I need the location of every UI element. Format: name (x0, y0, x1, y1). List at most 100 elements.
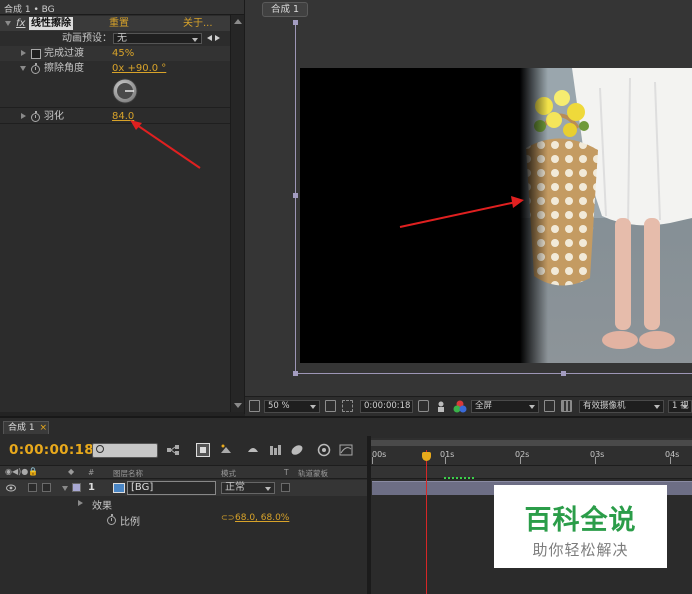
scale-value[interactable]: 68.0, 68.0% (235, 513, 289, 523)
views-value: 1 视 (672, 401, 689, 411)
bounds-handle[interactable] (293, 371, 298, 376)
timeline-track-header (371, 465, 692, 479)
animation-preset-row: 动画预设： 无 (0, 31, 230, 46)
expand-triangle-icon[interactable] (21, 50, 26, 56)
blend-mode-value: 正常 (225, 482, 245, 493)
ruler-tick (670, 457, 671, 464)
ruler-label: 03s (590, 450, 605, 459)
fx-icon[interactable]: fx (16, 16, 25, 31)
effect-controls-title: 合成 1 • BG (0, 0, 244, 15)
ruler-tick (520, 457, 521, 464)
expand-triangle-icon[interactable] (21, 113, 26, 119)
wipe-angle-value[interactable]: 0x +90.0 ° (112, 61, 166, 76)
transparency-grid-icon[interactable] (561, 400, 572, 412)
reset-link[interactable]: 重置 (109, 16, 129, 31)
resolution-dropdown[interactable]: 全屏 (471, 400, 539, 413)
watermark-title: 百科全说 (524, 505, 637, 536)
camera-dropdown[interactable]: 有效摄像机 (579, 400, 664, 413)
preset-prev-icon[interactable] (207, 35, 212, 41)
animation-preset-dropdown[interactable]: 无 (113, 33, 202, 44)
ruler-label: 01s (440, 450, 455, 459)
collapse-triangle-icon[interactable] (5, 21, 11, 26)
bounds-handle[interactable] (293, 193, 298, 198)
preset-next-icon[interactable] (215, 35, 220, 41)
effects-label: 效果 (92, 501, 112, 512)
mask-visibility-icon[interactable] (342, 400, 353, 412)
watermark-subtitle: 助你轻松解决 (532, 541, 629, 559)
timeline-tab-label: 合成 1 (8, 423, 35, 433)
lock-checkbox[interactable] (42, 483, 51, 492)
keyframe-indicator (444, 477, 474, 479)
zoom-dropdown[interactable]: 50 % (264, 400, 320, 413)
snapshot-icon[interactable] (418, 400, 429, 412)
graph-editor-icon[interactable] (339, 443, 353, 457)
live-update-icon[interactable] (196, 443, 210, 457)
label-icon[interactable]: ◆ (68, 467, 74, 476)
draft-3d-icon[interactable] (219, 443, 233, 457)
wipe-angle-label: 擦除角度 (44, 63, 84, 74)
preserve-transparency-checkbox[interactable] (281, 483, 290, 492)
bounds-handle[interactable] (561, 371, 566, 376)
scale-row[interactable]: 比例 ⊂⊃ 68.0, 68.0% (0, 512, 367, 528)
annotation-arrow (130, 120, 201, 169)
layer-row[interactable]: 1 [BG] 正常 (0, 480, 367, 496)
stopwatch-icon[interactable] (107, 514, 116, 525)
tab-close-icon[interactable]: × (39, 423, 47, 433)
channels-icon[interactable] (453, 400, 467, 413)
stopwatch-icon[interactable] (31, 111, 40, 122)
footage-icon (113, 483, 125, 493)
separator (0, 107, 230, 108)
show-snapshot-icon[interactable] (437, 401, 445, 412)
angle-dial[interactable] (110, 77, 140, 105)
av-features-icon[interactable]: ◉◀)●🔒 (5, 467, 38, 476)
views-dropdown[interactable]: 1 视 (668, 400, 692, 413)
column-layer-name[interactable]: 图层名称 (113, 468, 143, 479)
effect-name[interactable]: 线性擦除 (29, 17, 73, 30)
eye-icon[interactable] (6, 484, 16, 492)
effect-header-row[interactable]: fx 线性擦除 重置 关于... (0, 16, 230, 31)
collapse-triangle-icon[interactable] (62, 486, 68, 491)
brainstorm-icon[interactable] (317, 443, 331, 457)
frame-blending-icon[interactable] (268, 443, 282, 457)
bounds-handle[interactable] (293, 20, 298, 25)
ruler-label: 04s (665, 450, 680, 459)
label-color-swatch[interactable] (72, 483, 81, 492)
comp-mini-flowchart-icon[interactable] (166, 443, 180, 457)
work-area-bar[interactable] (371, 440, 692, 446)
blend-mode-dropdown[interactable]: 正常 (221, 482, 275, 494)
always-preview-icon[interactable] (249, 400, 260, 412)
layer-column-header: ◉◀)●🔒 ◆ # 图层名称 模式 T 轨道蒙板 (0, 465, 367, 479)
animation-preset-label: 动画预设： (62, 33, 112, 44)
about-link[interactable]: 关于... (183, 16, 213, 31)
playhead-handle[interactable] (422, 452, 431, 461)
effect-controls-scrollbar[interactable] (230, 15, 244, 412)
tab-timeline[interactable]: 合成 1 × (3, 421, 49, 434)
photo-layer-image (520, 68, 692, 363)
zoom-value: 50 % (268, 401, 290, 411)
completion-value[interactable]: 45% (112, 46, 134, 61)
column-track-matte[interactable]: 轨道蒙板 (298, 468, 328, 479)
effects-row[interactable]: 效果 (0, 496, 367, 512)
tab-composition[interactable]: 合成 1 (262, 2, 308, 17)
safe-margins-icon[interactable] (325, 400, 336, 412)
expand-triangle-icon[interactable] (78, 500, 83, 506)
scroll-down-icon[interactable] (234, 403, 242, 408)
time-ruler[interactable]: 00s 01s 02s 03s 04s (371, 438, 692, 465)
hide-shy-layers-icon[interactable] (246, 443, 260, 457)
collapse-triangle-icon[interactable] (20, 66, 26, 71)
timeline-search-input[interactable] (92, 443, 158, 458)
stopwatch-icon[interactable] (31, 63, 40, 74)
layer-name-field[interactable]: [BG] (127, 481, 216, 495)
constrain-proportions-icon[interactable]: ⊂⊃ (221, 513, 234, 522)
region-of-interest-icon[interactable] (544, 400, 555, 412)
stopwatch-icon[interactable] (31, 49, 41, 59)
motion-blur-icon[interactable] (290, 443, 304, 457)
feather-label: 羽化 (44, 111, 64, 122)
scroll-up-icon[interactable] (234, 19, 242, 24)
comp-bounds-bottom (295, 373, 692, 374)
current-time-field[interactable]: 0:00:00:18 (360, 400, 413, 413)
column-mode[interactable]: 模式 (221, 468, 236, 479)
timeline-timecode[interactable]: 0:00:00:18 (9, 442, 94, 458)
ruler-tick (445, 457, 446, 464)
solo-checkbox[interactable] (28, 483, 37, 492)
